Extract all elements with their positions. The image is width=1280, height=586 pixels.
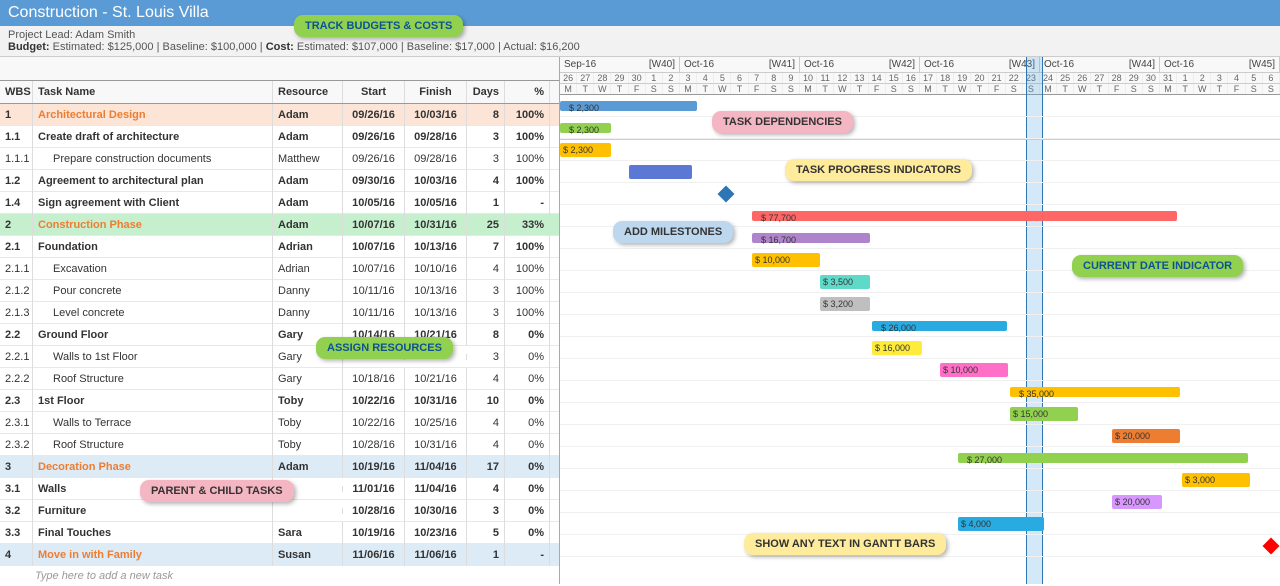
gantt-bar[interactable]: $ 3,500 bbox=[820, 275, 870, 289]
table-row[interactable]: 2.2.2Roof StructureGary10/18/1610/21/164… bbox=[0, 368, 559, 390]
gantt-bar[interactable]: $ 2,300 bbox=[560, 143, 611, 157]
table-row[interactable]: 2.1.2Pour concreteDanny10/11/1610/13/163… bbox=[0, 280, 559, 302]
table-row[interactable]: 1.1Create draft of architectureAdam09/26… bbox=[0, 126, 559, 148]
gantt-row[interactable]: $ 3,000 bbox=[560, 469, 1280, 491]
table-row[interactable]: 2.3.1Walls to TerraceToby10/22/1610/25/1… bbox=[0, 412, 559, 434]
gantt-bar[interactable]: $ 2,300 bbox=[560, 101, 697, 111]
gantt-row[interactable]: $ 16,000 bbox=[560, 337, 1280, 359]
callout-cur: CURRENT DATE INDICATOR bbox=[1072, 255, 1243, 277]
table-row[interactable]: 2.1.1ExcavationAdrian10/07/1610/10/16410… bbox=[0, 258, 559, 280]
add-task-input[interactable]: Type here to add a new task bbox=[0, 566, 559, 586]
gantt-bar[interactable]: $ 4,000 bbox=[958, 517, 1044, 531]
table-row[interactable]: 2.1.3Level concreteDanny10/11/1610/13/16… bbox=[0, 302, 559, 324]
gantt-bar[interactable]: $ 10,000 bbox=[940, 363, 1008, 377]
gantt-row[interactable]: $ 26,000 bbox=[560, 315, 1280, 337]
table-row[interactable]: 3.2Furniture10/28/1610/30/1630% bbox=[0, 500, 559, 522]
window-title: Construction - St. Louis Villa bbox=[0, 0, 1280, 26]
table-header: WBS Task Name Resource Start Finish Days… bbox=[0, 81, 559, 104]
gantt-row[interactable]: $ 20,000 bbox=[560, 425, 1280, 447]
callout-res: ASSIGN RESOURCES bbox=[316, 337, 453, 359]
table-row[interactable]: 2.2Ground FloorGary10/14/1610/21/1680% bbox=[0, 324, 559, 346]
gantt-bar[interactable]: $ 26,000 bbox=[872, 321, 1007, 331]
gantt-bar[interactable]: $ 3,000 bbox=[1182, 473, 1250, 487]
gantt-bar[interactable]: $ 16,700 bbox=[752, 233, 870, 243]
gantt-row[interactable]: $ 4,000 bbox=[560, 513, 1280, 535]
gantt-row[interactable]: $ 20,000 bbox=[560, 491, 1280, 513]
gantt-row[interactable]: $ 3,200 bbox=[560, 293, 1280, 315]
gantt-bar[interactable]: $ 15,000 bbox=[1010, 407, 1078, 421]
gantt-row[interactable]: $ 2,300 bbox=[560, 117, 1280, 139]
callout-budget: TRACK BUDGETS & COSTS bbox=[294, 15, 463, 37]
table-row[interactable]: 1.4Sign agreement with ClientAdam10/05/1… bbox=[0, 192, 559, 214]
callout-par: PARENT & CHILD TASKS bbox=[140, 480, 294, 502]
gantt-row[interactable]: $ 10,000 bbox=[560, 359, 1280, 381]
project-info: Project Lead: Adam Smith Budget: Estimat… bbox=[0, 26, 1280, 57]
gantt-bar[interactable]: $ 20,000 bbox=[1112, 495, 1162, 509]
milestone-diamond[interactable] bbox=[1263, 538, 1280, 555]
gantt-bar[interactable] bbox=[629, 165, 692, 179]
gantt-bar[interactable]: $ 20,000 bbox=[1112, 429, 1180, 443]
table-row[interactable]: 3Decoration PhaseAdam10/19/1611/04/16170… bbox=[0, 456, 559, 478]
gantt-row[interactable]: $ 2,300 bbox=[560, 95, 1280, 117]
table-row[interactable]: 4Move in with FamilySusan11/06/1611/06/1… bbox=[0, 544, 559, 566]
gantt-row[interactable]: $ 15,000 bbox=[560, 403, 1280, 425]
gantt-row[interactable]: $ 2,300 bbox=[560, 139, 1280, 161]
table-row[interactable]: 2.1FoundationAdrian10/07/1610/13/167100% bbox=[0, 236, 559, 258]
gantt-row[interactable]: $ 35,000 bbox=[560, 381, 1280, 403]
table-row[interactable]: 2Construction PhaseAdam10/07/1610/31/162… bbox=[0, 214, 559, 236]
gantt-bar[interactable]: $ 3,200 bbox=[820, 297, 870, 311]
callout-prog: TASK PROGRESS INDICATORS bbox=[785, 159, 972, 181]
table-row[interactable]: 1.1.1Prepare construction documentsMatth… bbox=[0, 148, 559, 170]
callout-show: SHOW ANY TEXT IN GANTT BARS bbox=[744, 533, 946, 555]
gantt-bar[interactable]: $ 16,000 bbox=[872, 341, 922, 355]
gantt-row[interactable]: $ 27,000 bbox=[560, 447, 1280, 469]
gantt-area[interactable]: Sep-16[W40]Oct-16[W41]Oct-16[W42]Oct-16[… bbox=[560, 57, 1280, 584]
task-table[interactable]: WBS Task Name Resource Start Finish Days… bbox=[0, 57, 560, 584]
callout-mile: ADD MILESTONES bbox=[613, 221, 733, 243]
milestone-diamond[interactable] bbox=[718, 186, 735, 203]
table-row[interactable]: 2.2.1Walls to 1st FloorGary30% bbox=[0, 346, 559, 368]
table-row[interactable]: 2.31st FloorToby10/22/1610/31/16100% bbox=[0, 390, 559, 412]
gantt-bar[interactable]: $ 2,300 bbox=[560, 123, 611, 133]
gantt-bar[interactable]: $ 10,000 bbox=[752, 253, 820, 267]
table-row[interactable]: 1.2Agreement to architectural planAdam09… bbox=[0, 170, 559, 192]
table-row[interactable]: 3.3Final TouchesSara10/19/1610/23/1650% bbox=[0, 522, 559, 544]
table-row[interactable]: 2.3.2Roof StructureToby10/28/1610/31/164… bbox=[0, 434, 559, 456]
table-row[interactable]: 1Architectural DesignAdam09/26/1610/03/1… bbox=[0, 104, 559, 126]
gantt-bar[interactable]: $ 77,700 bbox=[752, 211, 1177, 221]
gantt-bar[interactable]: $ 27,000 bbox=[958, 453, 1248, 463]
gantt-row[interactable] bbox=[560, 183, 1280, 205]
callout-dep: TASK DEPENDENCIES bbox=[712, 111, 853, 133]
gantt-bar[interactable]: $ 35,000 bbox=[1010, 387, 1180, 397]
